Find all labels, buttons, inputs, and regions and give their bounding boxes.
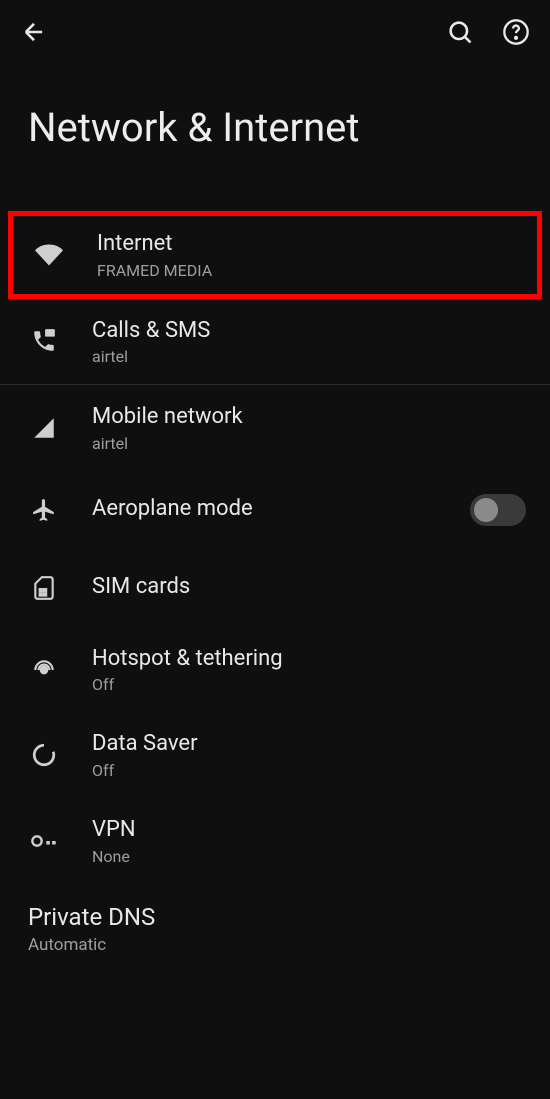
wifi-icon: [29, 241, 69, 269]
setting-item-aeroplane-mode[interactable]: Aeroplane mode: [0, 471, 550, 549]
search-icon: [446, 18, 474, 46]
top-bar: [0, 0, 550, 64]
setting-title: Hotspot & tethering: [92, 645, 526, 674]
setting-text: Internet FRAMED MEDIA: [97, 230, 521, 280]
setting-item-vpn[interactable]: VPN None: [0, 798, 550, 884]
setting-text: Private DNS Automatic: [28, 902, 526, 955]
setting-subtitle: FRAMED MEDIA: [97, 261, 521, 280]
setting-text: VPN None: [92, 816, 526, 866]
setting-title: Aeroplane mode: [92, 495, 470, 524]
page-title: Network & Internet: [0, 64, 550, 211]
hotspot-icon: [24, 657, 64, 683]
data-saver-icon: [24, 742, 64, 768]
setting-item-private-dns[interactable]: Private DNS Automatic: [0, 884, 550, 973]
setting-title: VPN: [92, 816, 526, 845]
setting-text: Mobile network airtel: [92, 403, 526, 453]
setting-item-data-saver[interactable]: Data Saver Off: [0, 712, 550, 798]
setting-subtitle: airtel: [92, 347, 526, 366]
help-icon: [502, 18, 530, 46]
setting-title: Data Saver: [92, 730, 526, 759]
signal-icon: [24, 415, 64, 441]
setting-item-calls-sms[interactable]: Calls & SMS airtel: [0, 299, 550, 385]
search-button[interactable]: [446, 18, 474, 46]
back-arrow-icon: [20, 18, 48, 46]
calls-sms-icon: [24, 328, 64, 354]
setting-item-sim-cards[interactable]: SIM cards: [0, 549, 550, 627]
setting-subtitle: Off: [92, 761, 526, 780]
setting-title: Calls & SMS: [92, 317, 526, 346]
sim-card-icon: [24, 575, 64, 601]
airplane-icon: [24, 497, 64, 523]
setting-title: Internet: [97, 230, 521, 259]
vpn-key-icon: [24, 827, 64, 855]
setting-item-hotspot[interactable]: Hotspot & tethering Off: [0, 627, 550, 713]
toggle-knob: [474, 498, 498, 522]
setting-subtitle: None: [92, 847, 526, 866]
setting-text: Hotspot & tethering Off: [92, 645, 526, 695]
setting-text: Aeroplane mode: [92, 495, 470, 524]
setting-title: SIM cards: [92, 573, 526, 602]
settings-list: Internet FRAMED MEDIA Calls & SMS airtel…: [0, 211, 550, 973]
top-bar-actions: [446, 18, 530, 46]
setting-text: Data Saver Off: [92, 730, 526, 780]
setting-subtitle: Automatic: [28, 935, 526, 955]
setting-text: Calls & SMS airtel: [92, 317, 526, 367]
setting-item-internet[interactable]: Internet FRAMED MEDIA: [8, 211, 542, 299]
setting-subtitle: airtel: [92, 434, 526, 453]
aeroplane-mode-toggle[interactable]: [470, 494, 526, 526]
setting-title: Private DNS: [28, 902, 526, 933]
setting-subtitle: Off: [92, 675, 526, 694]
setting-title: Mobile network: [92, 403, 526, 432]
help-button[interactable]: [502, 18, 530, 46]
setting-text: SIM cards: [92, 573, 526, 602]
setting-item-mobile-network[interactable]: Mobile network airtel: [0, 385, 550, 471]
back-button[interactable]: [20, 18, 48, 46]
